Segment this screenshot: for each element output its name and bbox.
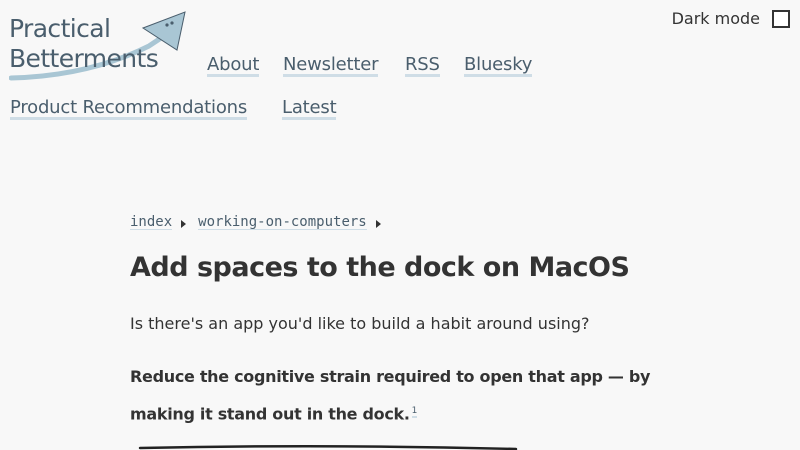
logo-line1: Practical [9, 14, 111, 43]
dock-screenshot-image [138, 444, 518, 450]
nav-bluesky[interactable]: Bluesky [464, 53, 532, 77]
nav-latest[interactable]: Latest [282, 96, 337, 120]
nav-about[interactable]: About [207, 53, 259, 77]
caret-right-icon [181, 220, 187, 228]
bold-paragraph-text: Reduce the cognitive strain required to … [130, 367, 651, 424]
nav-newsletter[interactable]: Newsletter [283, 53, 379, 77]
breadcrumb: index working-on-computers [130, 214, 387, 230]
page-title: Add spaces to the dock on MacOS [130, 252, 630, 283]
nav-product-recommendations[interactable]: Product Recommendations [10, 96, 247, 120]
footnote-ref-link[interactable]: 1 [411, 406, 417, 418]
site-logo[interactable]: Practical Betterments [9, 10, 189, 84]
dark-mode-toggle[interactable]: Dark mode [672, 9, 790, 28]
breadcrumb-item-working-on-computers[interactable]: working-on-computers [198, 214, 367, 230]
breadcrumb-item-index[interactable]: index [130, 214, 173, 230]
nav-rss[interactable]: RSS [405, 53, 440, 77]
logo-line2: Betterments [9, 44, 159, 73]
caret-right-icon [375, 220, 381, 228]
article-intro: Is there's an app you'd like to build a … [130, 314, 590, 333]
article-bold-paragraph: Reduce the cognitive strain required to … [130, 360, 690, 431]
dark-mode-label: Dark mode [671, 9, 760, 28]
checkbox-icon[interactable] [772, 9, 790, 28]
